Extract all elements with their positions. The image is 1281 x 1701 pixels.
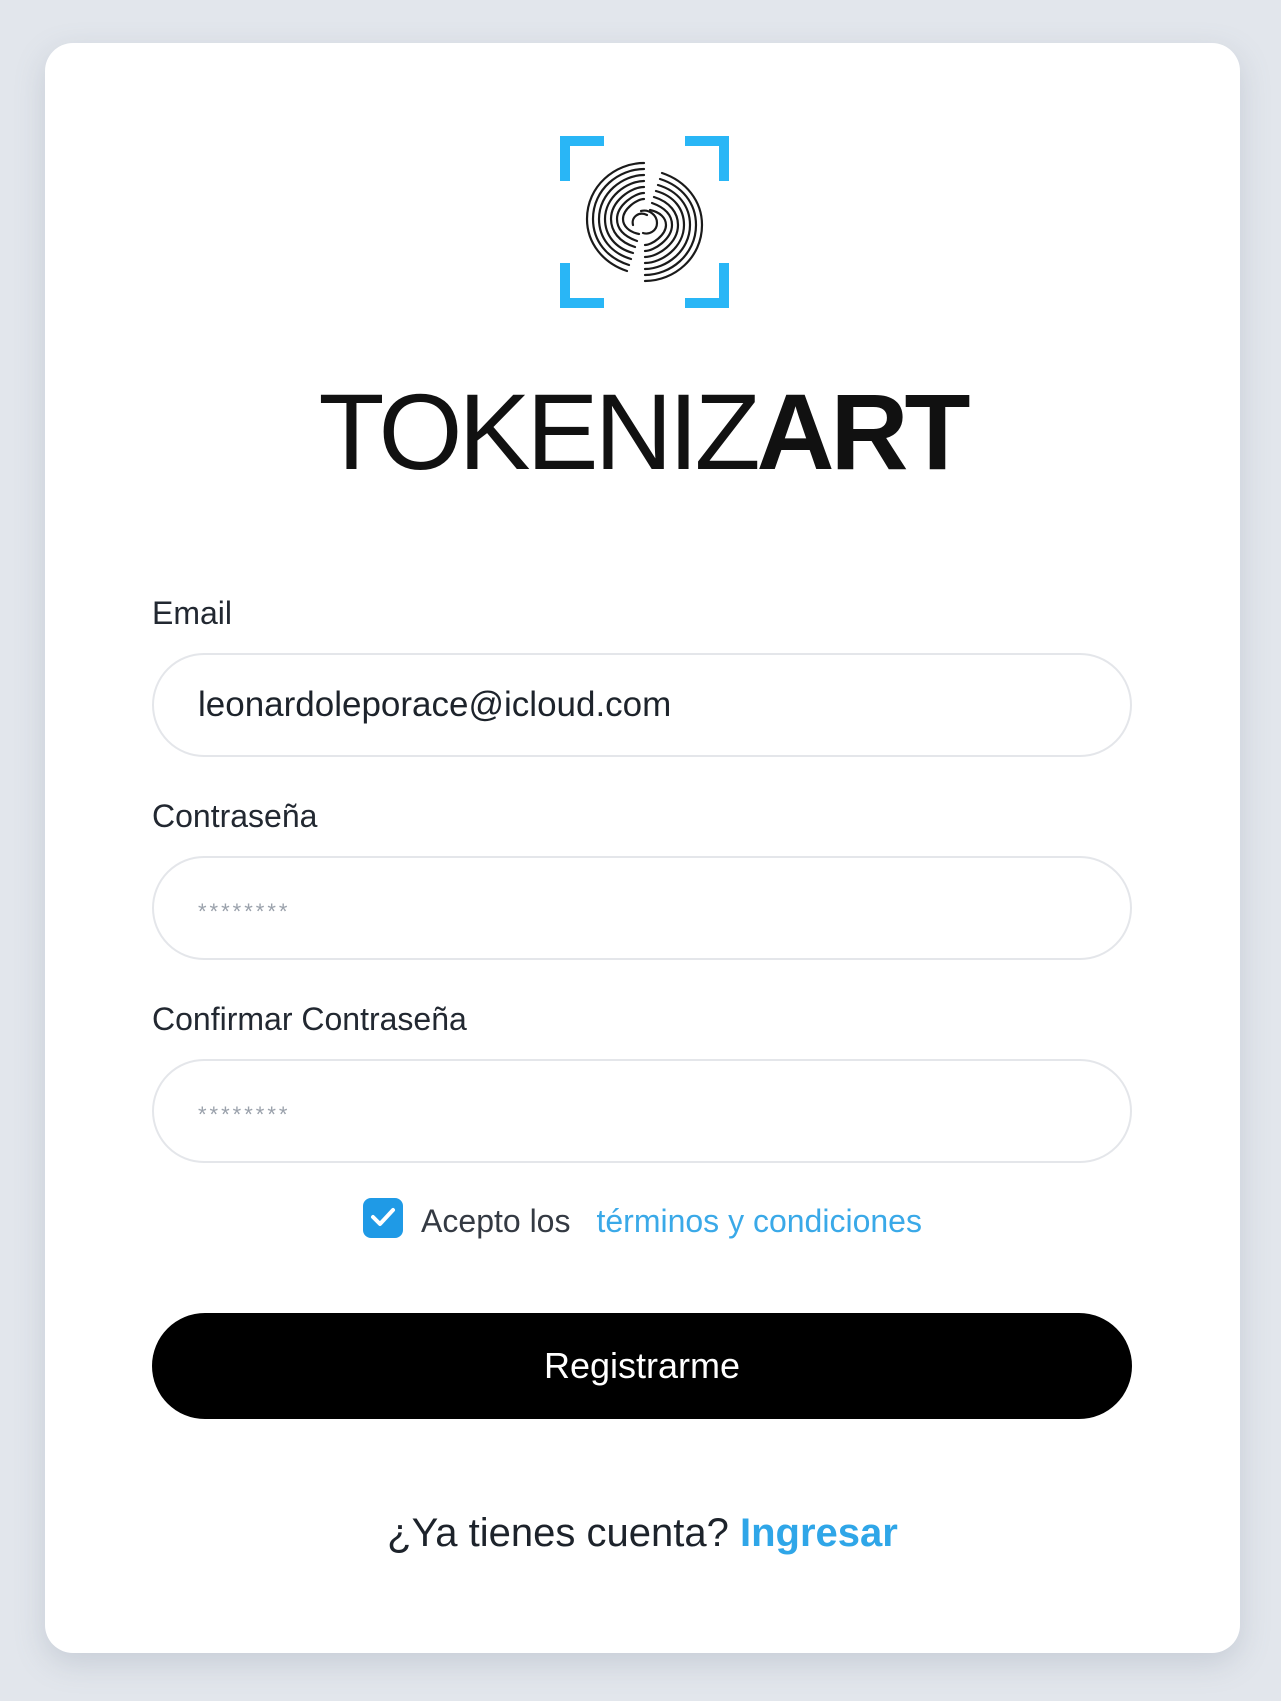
brand-name-bold: ART: [756, 371, 971, 492]
terms-text: Acepto los: [421, 1203, 571, 1240]
password-field[interactable]: [152, 856, 1132, 960]
confirm-password-label: Confirmar Contraseña: [152, 1001, 467, 1037]
confirm-password-field[interactable]: [152, 1059, 1132, 1163]
register-card: TOKENIZART Email Contraseña Confirmar Co…: [45, 43, 1240, 1653]
fingerprint-scan-icon: [560, 136, 729, 308]
register-button[interactable]: Registrarme: [152, 1313, 1132, 1419]
email-field[interactable]: [152, 653, 1132, 757]
checkmark-icon: [371, 1207, 396, 1226]
password-label: Contraseña: [152, 798, 318, 834]
terms-link[interactable]: términos y condiciones: [596, 1203, 921, 1239]
login-prompt-row: ¿Ya tienes cuenta? Ingresar: [45, 1511, 1240, 1556]
brand-name-light: TOKENIZ: [318, 371, 760, 492]
brand-wordmark: TOKENIZART: [45, 378, 1240, 486]
login-link[interactable]: Ingresar: [740, 1511, 898, 1555]
terms-row: Acepto los términos y condiciones: [45, 1197, 1240, 1242]
terms-checkbox[interactable]: [363, 1197, 404, 1238]
email-label: Email: [152, 595, 233, 631]
login-prompt-text: ¿Ya tienes cuenta?: [387, 1511, 729, 1555]
